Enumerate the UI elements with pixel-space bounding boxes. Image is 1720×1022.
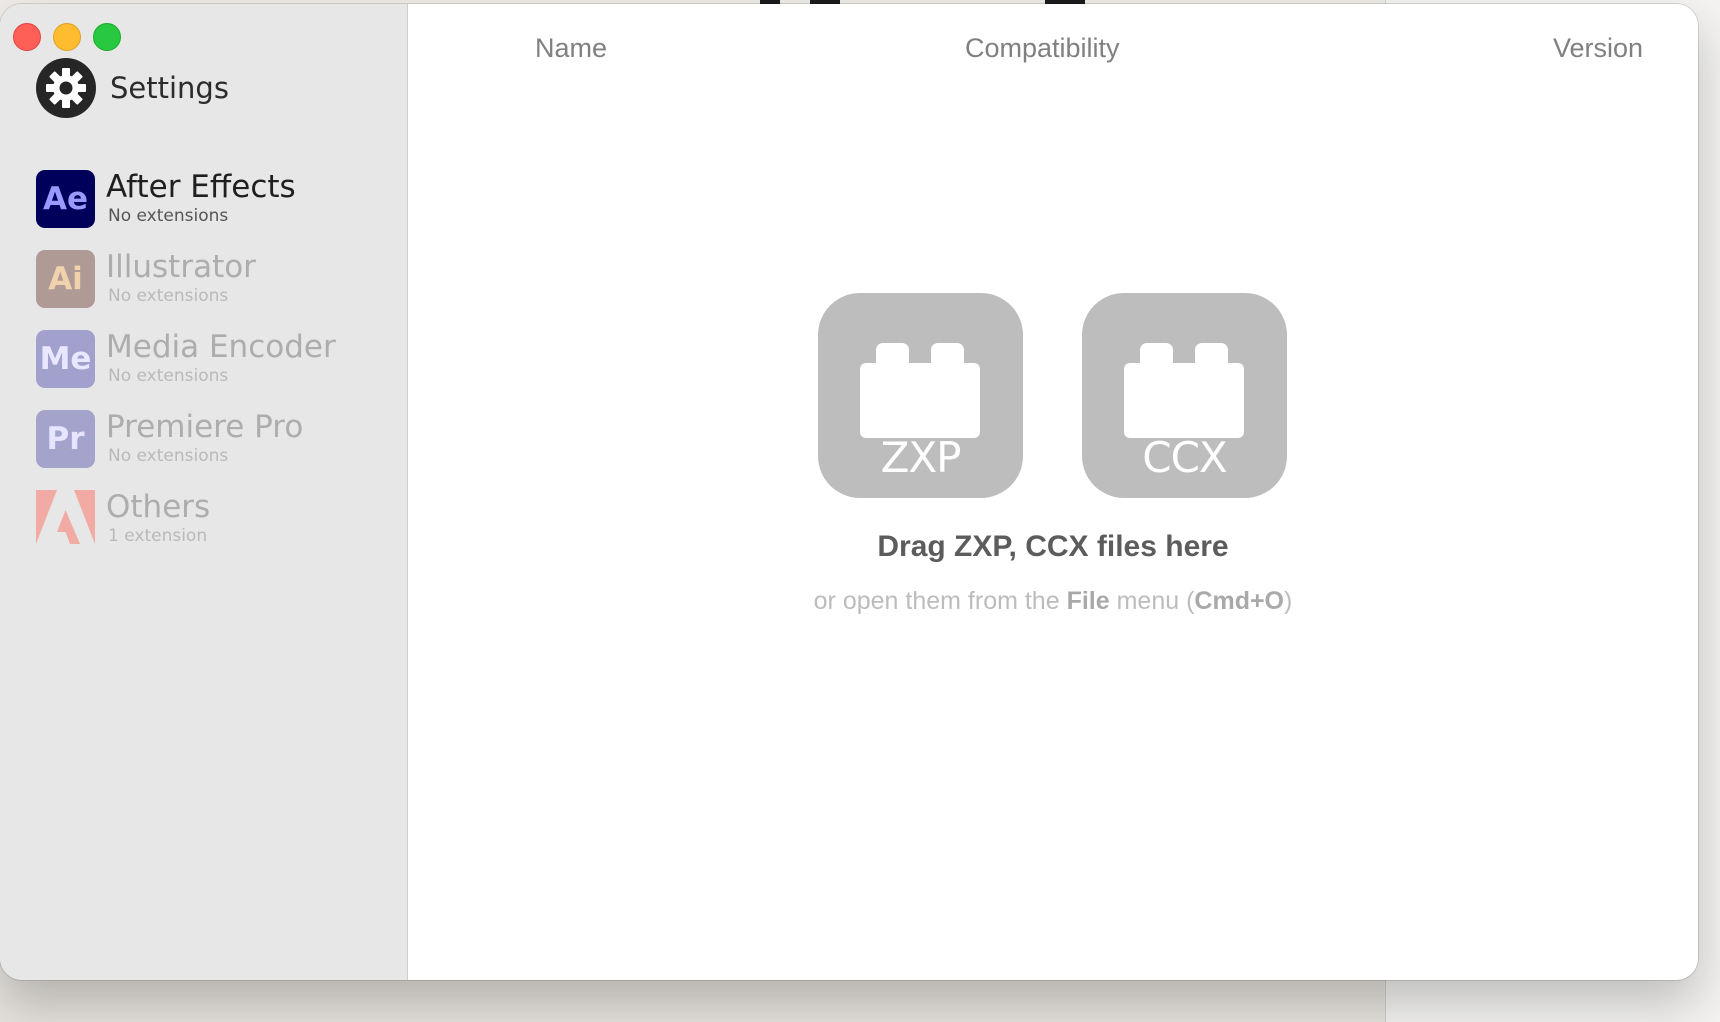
zxp-label: ZXP [880, 433, 962, 482]
column-header-name[interactable]: Name [535, 33, 607, 64]
sidebar-item-others[interactable]: Others 1 extension [36, 489, 210, 557]
dropzone-title: Drag ZXP, CCX files here [877, 530, 1229, 563]
sidebar-item-after-effects[interactable]: Ae After Effects No extensions [36, 169, 296, 237]
sidebar: Settings Ae After Effects No extensions … [0, 4, 408, 980]
sidebar-item-status: No extensions [108, 286, 229, 306]
sidebar-item-name: Illustrator [106, 249, 256, 285]
sidebar-item-status: No extensions [108, 366, 229, 386]
sidebar-item-status: No extensions [108, 206, 229, 226]
sidebar-item-name: Others [106, 489, 211, 525]
sidebar-item-name: Premiere Pro [106, 409, 304, 445]
column-header-compatibility[interactable]: Compatibility [965, 33, 1120, 64]
ccx-drop-icon[interactable]: CCX [1082, 293, 1287, 498]
zoom-window-button[interactable] [93, 23, 121, 51]
sidebar-item-name: Media Encoder [106, 329, 336, 365]
extension-manager-window: Settings Ae After Effects No extensions … [0, 4, 1698, 980]
ccx-label: CCX [1142, 433, 1227, 482]
close-window-button[interactable] [13, 23, 41, 51]
shortcut-reference: Cmd+O [1194, 587, 1285, 615]
zxp-drop-icon[interactable]: ZXP [818, 293, 1023, 498]
settings-label: Settings [110, 71, 229, 105]
settings-button[interactable]: Settings [36, 58, 229, 118]
sidebar-item-status: No extensions [108, 446, 229, 466]
file-menu-reference: File [1066, 587, 1110, 615]
illustrator-icon: Ai [36, 250, 95, 308]
sidebar-item-premiere-pro[interactable]: Pr Premiere Pro No extensions [36, 409, 303, 477]
dropzone-hint: or open them from the File menu (Cmd+O) [813, 587, 1293, 615]
premiere-pro-icon: Pr [36, 410, 95, 468]
media-encoder-icon: Me [36, 330, 95, 388]
column-header-version[interactable]: Version [1553, 33, 1643, 64]
main-panel: Name Compatibility Version ZXP CCX Drag … [408, 4, 1698, 980]
plugin-brick-icon [860, 343, 980, 438]
sidebar-item-status: 1 extension [108, 526, 208, 546]
gear-icon [36, 58, 96, 118]
adobe-logo-icon [36, 490, 95, 548]
sidebar-item-media-encoder[interactable]: Me Media Encoder No extensions [36, 329, 336, 397]
sidebar-item-name: After Effects [106, 169, 296, 205]
sidebar-item-illustrator[interactable]: Ai Illustrator No extensions [36, 249, 256, 317]
plugin-brick-icon [1124, 343, 1244, 438]
minimize-window-button[interactable] [53, 23, 81, 51]
after-effects-icon: Ae [36, 170, 95, 228]
